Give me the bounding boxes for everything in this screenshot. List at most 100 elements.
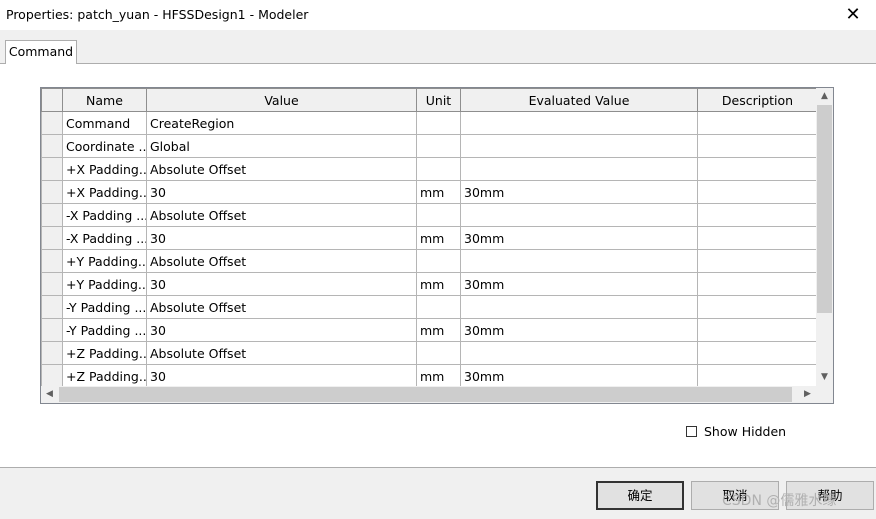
cell-name[interactable]: -X Padding ... [62,203,147,227]
cell-value[interactable]: Global [146,134,417,158]
cell-evaluated-value[interactable] [460,295,698,319]
cell-value[interactable]: 30 [146,226,417,250]
cell-description[interactable] [697,180,818,204]
cell-value[interactable]: Absolute Offset [146,157,417,181]
cell-evaluated-value[interactable] [460,134,698,158]
row-selector[interactable] [41,364,63,388]
row-selector[interactable] [41,134,63,158]
row-selector[interactable] [41,226,63,250]
scroll-up-icon[interactable]: ▲ [816,88,833,105]
tab-command[interactable]: Command [5,40,77,64]
cell-value[interactable]: 30 [146,180,417,204]
row-selector[interactable] [41,318,63,342]
horizontal-scroll-thumb[interactable] [59,387,792,402]
row-selector[interactable] [41,341,63,365]
cell-evaluated-value[interactable]: 30mm [460,226,698,250]
cell-unit[interactable] [416,134,461,158]
cell-name[interactable]: Command [62,111,147,135]
cell-name[interactable]: -Y Padding ... [62,318,147,342]
table-row[interactable]: Command CreateRegion [41,111,818,135]
table-row[interactable]: +Z Padding... 30 mm 30mm [41,364,818,388]
row-selector[interactable] [41,111,63,135]
scroll-left-icon[interactable]: ◀ [41,386,58,403]
cell-evaluated-value[interactable] [460,341,698,365]
cell-value[interactable]: 30 [146,318,417,342]
cell-value[interactable]: 30 [146,272,417,296]
cell-evaluated-value[interactable]: 30mm [460,364,698,388]
cell-description[interactable] [697,272,818,296]
table-row[interactable]: Coordinate ... Global [41,134,818,158]
table-row[interactable]: +Z Padding... Absolute Offset [41,341,818,365]
cell-unit[interactable]: mm [416,318,461,342]
show-hidden-checkbox[interactable] [686,426,697,437]
row-selector[interactable] [41,180,63,204]
cell-name[interactable]: -X Padding ... [62,226,147,250]
cell-unit[interactable]: mm [416,272,461,296]
table-row[interactable]: +Y Padding... 30 mm 30mm [41,272,818,296]
cell-description[interactable] [697,318,818,342]
row-selector[interactable] [41,249,63,273]
cell-description[interactable] [697,249,818,273]
cell-evaluated-value[interactable] [460,249,698,273]
cell-unit[interactable] [416,203,461,227]
cell-evaluated-value[interactable] [460,203,698,227]
cell-unit[interactable]: mm [416,364,461,388]
cell-description[interactable] [697,134,818,158]
cell-unit[interactable] [416,295,461,319]
column-header-value[interactable]: Value [146,88,417,112]
cell-unit[interactable]: mm [416,180,461,204]
cell-name[interactable]: +X Padding... [62,180,147,204]
cell-description[interactable] [697,157,818,181]
cell-description[interactable] [697,111,818,135]
cell-unit[interactable] [416,249,461,273]
cell-name[interactable]: +Z Padding... [62,364,147,388]
table-row[interactable]: +X Padding... Absolute Offset [41,157,818,181]
scroll-down-icon[interactable]: ▼ [816,369,833,386]
cell-unit[interactable] [416,111,461,135]
cell-name[interactable]: -Y Padding ... [62,295,147,319]
cell-value[interactable]: Absolute Offset [146,295,417,319]
column-header-unit[interactable]: Unit [416,88,461,112]
cell-evaluated-value[interactable] [460,157,698,181]
vertical-scroll-thumb[interactable] [817,105,832,313]
cell-unit[interactable] [416,341,461,365]
row-selector[interactable] [41,157,63,181]
column-header-description[interactable]: Description [697,88,818,112]
cell-description[interactable] [697,364,818,388]
table-row[interactable]: +Y Padding... Absolute Offset [41,249,818,273]
cell-name[interactable]: +Y Padding... [62,272,147,296]
table-row[interactable]: -Y Padding ... 30 mm 30mm [41,318,818,342]
ok-button[interactable]: 确定 [596,481,684,510]
row-selector[interactable] [41,272,63,296]
cell-value[interactable]: CreateRegion [146,111,417,135]
row-selector[interactable] [41,203,63,227]
cell-evaluated-value[interactable] [460,111,698,135]
cell-value[interactable]: Absolute Offset [146,249,417,273]
cell-name[interactable]: +Y Padding... [62,249,147,273]
cell-evaluated-value[interactable]: 30mm [460,318,698,342]
vertical-scrollbar[interactable]: ▲ ▼ [816,88,833,386]
cell-name[interactable]: Coordinate ... [62,134,147,158]
cell-description[interactable] [697,203,818,227]
row-selector[interactable] [41,295,63,319]
table-row[interactable]: -X Padding ... 30 mm 30mm [41,226,818,250]
column-header-evaluated-value[interactable]: Evaluated Value [460,88,698,112]
table-row[interactable]: +X Padding... 30 mm 30mm [41,180,818,204]
cell-evaluated-value[interactable]: 30mm [460,180,698,204]
column-header-name[interactable]: Name [62,88,147,112]
scroll-right-icon[interactable]: ▶ [799,386,816,403]
cell-description[interactable] [697,341,818,365]
cell-value[interactable]: Absolute Offset [146,203,417,227]
cell-name[interactable]: +Z Padding... [62,341,147,365]
table-row[interactable]: -X Padding ... Absolute Offset [41,203,818,227]
cell-unit[interactable] [416,157,461,181]
cell-value[interactable]: 30 [146,364,417,388]
cell-value[interactable]: Absolute Offset [146,341,417,365]
cell-evaluated-value[interactable]: 30mm [460,272,698,296]
table-row[interactable]: -Y Padding ... Absolute Offset [41,295,818,319]
horizontal-scrollbar[interactable]: ◀ ▶ [41,386,833,403]
cell-description[interactable] [697,295,818,319]
cell-unit[interactable]: mm [416,226,461,250]
cell-name[interactable]: +X Padding... [62,157,147,181]
close-icon[interactable]: ✕ [830,0,876,30]
